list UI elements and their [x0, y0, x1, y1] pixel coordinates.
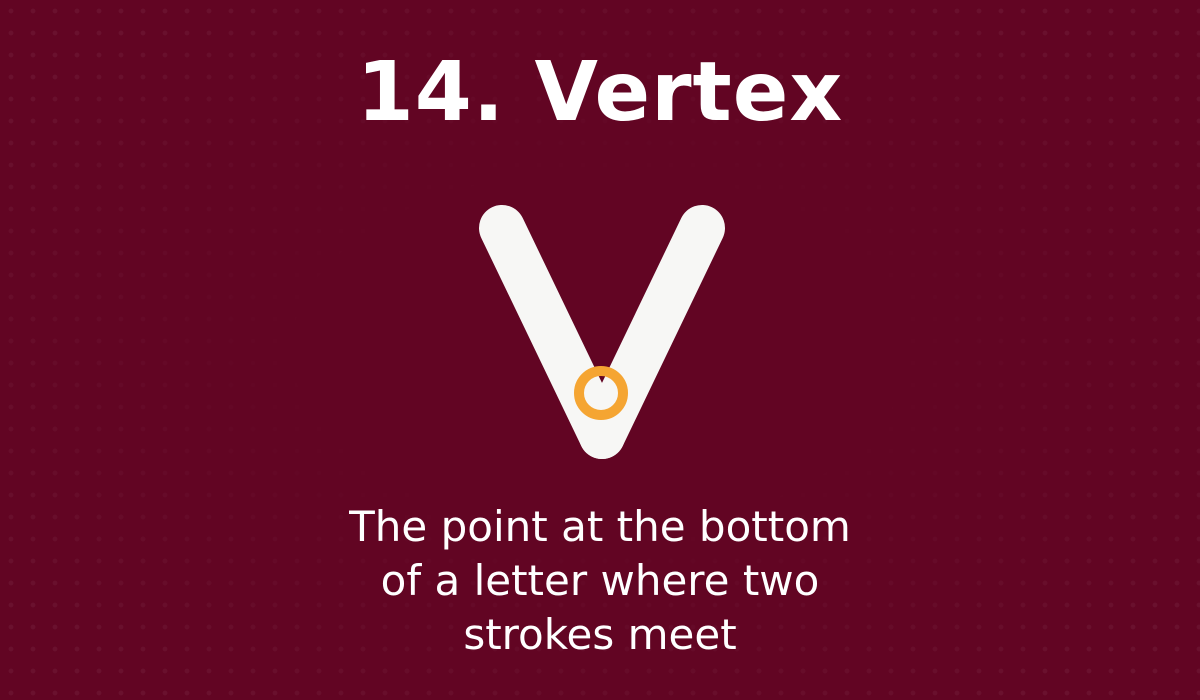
- caption-line-2: of a letter where two: [380, 556, 820, 605]
- caption-line-1: The point at the bottom: [349, 502, 851, 551]
- page-title: 14. Vertex: [356, 45, 844, 140]
- caption-line-3: strokes meet: [463, 610, 737, 659]
- definition-caption: The point at the bottom of a letter wher…: [0, 500, 1200, 662]
- letter-v-glyph: [479, 205, 725, 459]
- letter-v-illustration: [479, 205, 725, 459]
